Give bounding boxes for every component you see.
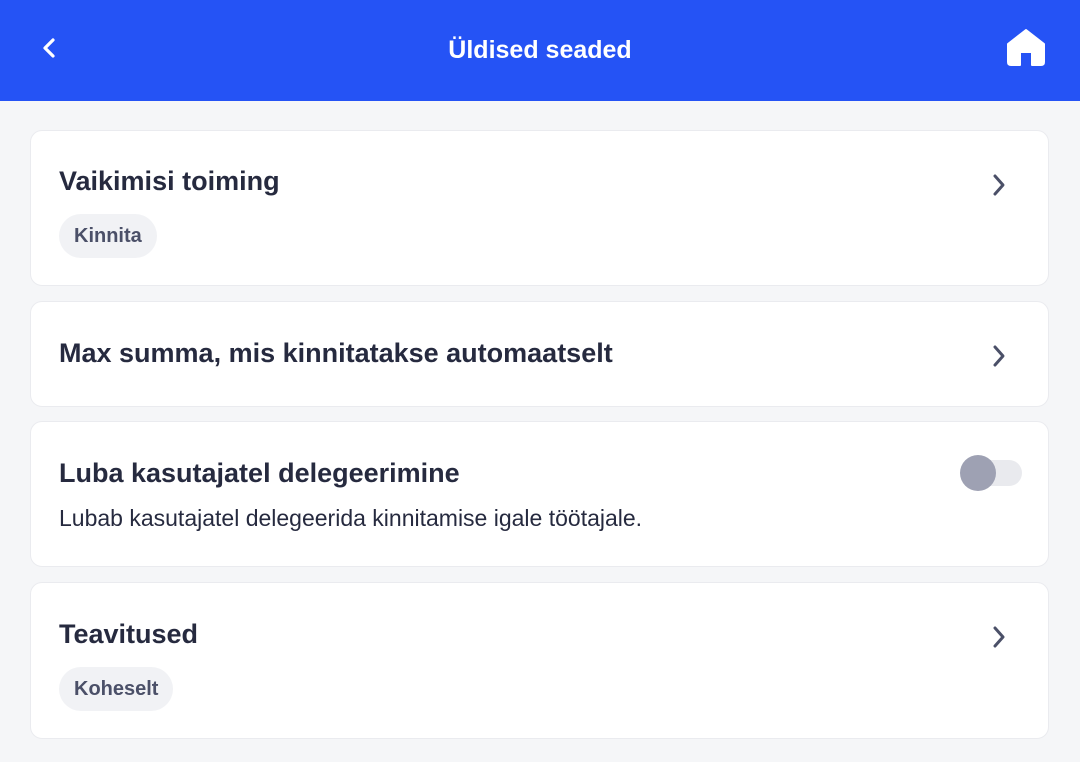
toggle-knob (960, 455, 996, 491)
back-button[interactable] (30, 28, 70, 68)
setting-value-badge: Koheselt (59, 667, 174, 711)
top-bar: Üldised seaded (0, 0, 1080, 101)
page-title: Üldised seaded (448, 36, 632, 64)
setting-allow-delegation: Luba kasutajatel delegeerimine Lubab kas… (30, 421, 1049, 567)
chevron-left-icon (43, 38, 55, 58)
chevron-right-icon (993, 345, 1005, 367)
setting-title: Teavitused (59, 619, 199, 649)
setting-title: Max summa, mis kinnitatakse automaatselt (59, 338, 613, 368)
setting-value-badge: Kinnita (59, 214, 157, 258)
setting-notifications[interactable]: Teavitused Koheselt (30, 582, 1049, 739)
setting-title: Luba kasutajatel delegeerimine (59, 458, 460, 488)
setting-max-auto-amount[interactable]: Max summa, mis kinnitatakse automaatselt (30, 301, 1049, 407)
home-icon (1007, 29, 1045, 66)
chevron-right-icon (993, 174, 1005, 196)
home-button[interactable] (1001, 24, 1051, 70)
setting-default-action[interactable]: Vaikimisi toiming Kinnita (30, 130, 1049, 286)
chevron-right-icon (993, 626, 1005, 648)
setting-description: Lubab kasutajatel delegeerida kinnitamis… (59, 505, 643, 531)
setting-title: Vaikimisi toiming (59, 166, 280, 196)
delegation-toggle[interactable] (960, 454, 1022, 491)
